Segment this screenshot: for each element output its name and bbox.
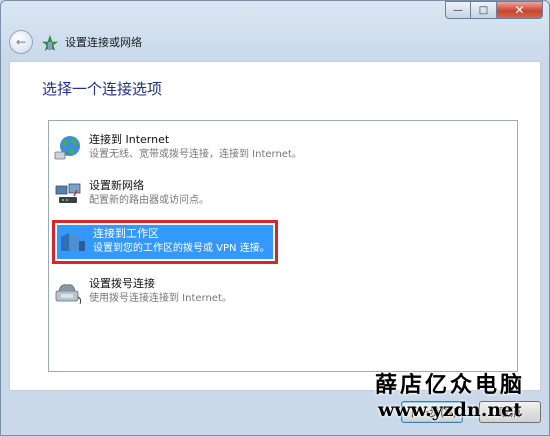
network-setup-icon — [42, 35, 58, 51]
option-title: 连接到 Internet — [89, 133, 170, 146]
caption-buttons: — □ ✕ — [445, 1, 543, 19]
globe-network-icon — [54, 136, 80, 160]
watermark-url: www.yzdn.net — [378, 399, 522, 421]
close-button[interactable]: ✕ — [497, 1, 543, 19]
workplace-vpn-icon — [61, 233, 85, 251]
option-title: 设置拨号连接 — [89, 277, 155, 290]
option-description: 使用拨号连接连接到 Internet。 — [89, 293, 232, 304]
back-arrow-icon: ← — [15, 35, 27, 49]
option-title: 设置新网络 — [89, 179, 144, 192]
option-title: 连接到工作区 — [93, 227, 159, 240]
watermark-brand: 薛店亿众电脑 — [374, 372, 525, 398]
option-connect-internet[interactable]: 连接到 Internet 设置无线、宽带或拨号连接，连接到 Internet。 — [53, 127, 353, 171]
dialup-modem-icon — [55, 284, 82, 305]
option-setup-dialup[interactable]: 设置拨号连接 使用拨号连接连接到 Internet。 — [53, 271, 353, 315]
window-title: 设置连接或网络 — [65, 36, 142, 49]
option-description: 配置新的路由器或访问点。 — [89, 195, 209, 206]
minimize-button[interactable]: — — [445, 1, 471, 19]
back-button[interactable]: ← — [9, 30, 33, 54]
watermark: 薛店亿众电脑 www.yzdn.net — [360, 372, 540, 422]
option-description: 设置无线、宽带或拨号连接，连接到 Internet。 — [89, 149, 302, 160]
router-network-icon — [55, 183, 81, 203]
option-description: 设置到您的工作区的拨号或 VPN 连接。 — [93, 243, 270, 254]
content-panel: 选择一个连接选项 连接到 Internet 设置无线、宽带或拨号连接，连接到 I… — [9, 61, 541, 391]
wizard-window: — □ ✕ ← 设置连接或网络 选择一个连接选项 连接到 Internet 设置… — [0, 0, 550, 436]
connection-options-list: 连接到 Internet 设置无线、宽带或拨号连接，连接到 Internet。 … — [48, 120, 518, 372]
option-setup-new-network[interactable]: 设置新网络 配置新的路由器或访问点。 — [53, 173, 353, 217]
page-heading: 选择一个连接选项 — [42, 80, 163, 98]
nav-bar: ← 设置连接或网络 — [9, 29, 142, 55]
option-connect-workplace[interactable]: 连接到工作区 设置到您的工作区的拨号或 VPN 连接。 — [52, 220, 278, 264]
maximize-button[interactable]: □ — [471, 1, 497, 19]
